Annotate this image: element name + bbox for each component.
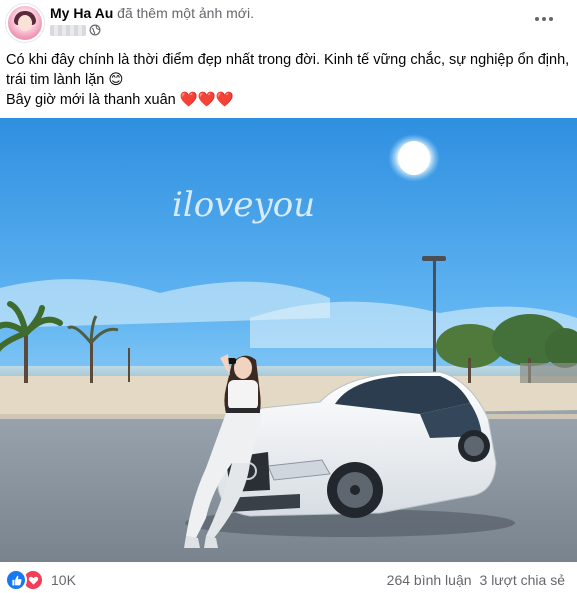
author-name[interactable]: My Ha Au (50, 5, 113, 21)
author-line: My Ha Au đã thêm một ảnh mới. (50, 4, 254, 22)
comments-count-link[interactable]: 264 bình luận (387, 572, 472, 588)
post-photo[interactable]: iloveyou (0, 118, 577, 562)
engagement-stats: 264 bình luận 3 lượt chia sẻ (387, 572, 565, 588)
post-header: My Ha Au đã thêm một ảnh mới. (0, 0, 577, 44)
post-action-text: đã thêm một ảnh mới. (117, 5, 254, 21)
sun-core (398, 141, 430, 175)
caption-line: Có khi đây chính là thời điểm đẹp nhất t… (6, 52, 570, 88)
facebook-post: My Ha Au đã thêm một ảnh mới. Có khi đây… (0, 0, 577, 593)
sky-writing: iloveyou (172, 185, 315, 225)
post-meta (50, 23, 101, 37)
post-caption: Có khi đây chính là thời điểm đẹp nhất t… (6, 50, 571, 110)
shares-count-link[interactable]: 3 lượt chia sẻ (480, 572, 565, 588)
reaction-count: 10K (51, 572, 76, 588)
reactions-summary[interactable]: 10K (5, 569, 76, 591)
post-footer: 10K 264 bình luận 3 lượt chia sẻ (0, 562, 577, 593)
post-timestamp-blurred[interactable] (50, 24, 86, 36)
author-avatar[interactable] (6, 4, 44, 42)
like-icon (5, 569, 27, 591)
caption-line: Bây giờ mới là thanh xuân ❤️❤️❤️ (6, 92, 234, 108)
more-options-icon[interactable] (533, 8, 555, 30)
globe-icon (89, 24, 101, 36)
